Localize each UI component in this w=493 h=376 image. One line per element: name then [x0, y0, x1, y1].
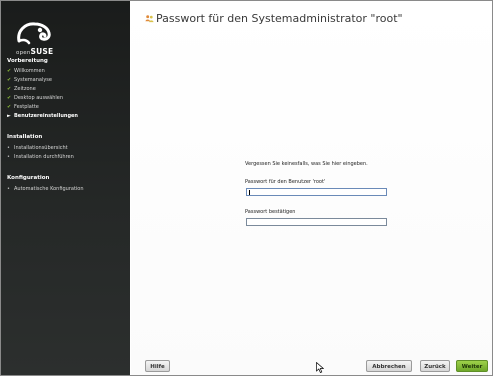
mouse-cursor-icon — [316, 362, 324, 373]
bullet-icon: • — [7, 186, 10, 192]
page-title: Passwort für den Systemadministrator "ro… — [156, 12, 403, 25]
sidebar-item-perform-install: • Installation durchführen — [7, 154, 74, 160]
password-label: Passwort für den Benutzer 'root' — [245, 179, 326, 185]
next-button[interactable]: Weiter — [456, 360, 488, 372]
bullet-icon: • — [7, 154, 10, 160]
section-title-preparation: Vorbereitung — [7, 58, 48, 64]
sidebar-item-timezone: ✔ Zeitzone — [7, 86, 36, 92]
sidebar-item-disk: ✔ Festplatte — [7, 104, 39, 110]
installer-sidebar: openSUSE Vorbereitung ✔ Willkommen ✔ Syste… — [1, 1, 130, 375]
bullet-icon: • — [7, 145, 10, 151]
check-icon: ✔ — [7, 77, 12, 83]
opensuse-logo: openSUSE — [15, 19, 75, 63]
confirm-password-label: Passwort bestätigen — [245, 209, 296, 215]
hint-text: Vergessen Sie keinesfalls, was Sie hier … — [245, 161, 368, 167]
cancel-button[interactable]: Abbrechen — [366, 360, 412, 372]
sidebar-item-system-analysis: ✔ Systemanalyse — [7, 77, 52, 83]
sidebar-item-user-settings: ► Benutzereinstellungen — [7, 113, 78, 119]
confirm-password-field[interactable] — [246, 218, 387, 226]
sidebar-item-desktop: ✔ Desktop auswählen — [7, 95, 64, 101]
arrow-right-icon: ► — [7, 113, 11, 119]
sidebar-item-install-summary: • Installationsübersicht — [7, 145, 68, 151]
help-button[interactable]: Hilfe — [145, 360, 170, 372]
sidebar-item-auto-config: • Automatische Konfiguration — [7, 186, 84, 192]
back-button[interactable]: Zurück — [420, 360, 450, 372]
section-title-installation: Installation — [7, 134, 43, 140]
section-title-configuration: Konfiguration — [7, 175, 50, 181]
text-caret — [249, 190, 250, 195]
check-icon: ✔ — [7, 95, 12, 101]
check-icon: ✔ — [7, 86, 12, 92]
logo-wordmark: openSUSE — [16, 47, 54, 56]
check-icon: ✔ — [7, 68, 12, 74]
password-field[interactable] — [246, 188, 387, 196]
check-icon: ✔ — [7, 104, 12, 110]
sidebar-item-welcome: ✔ Willkommen — [7, 68, 45, 74]
users-icon — [145, 15, 154, 23]
